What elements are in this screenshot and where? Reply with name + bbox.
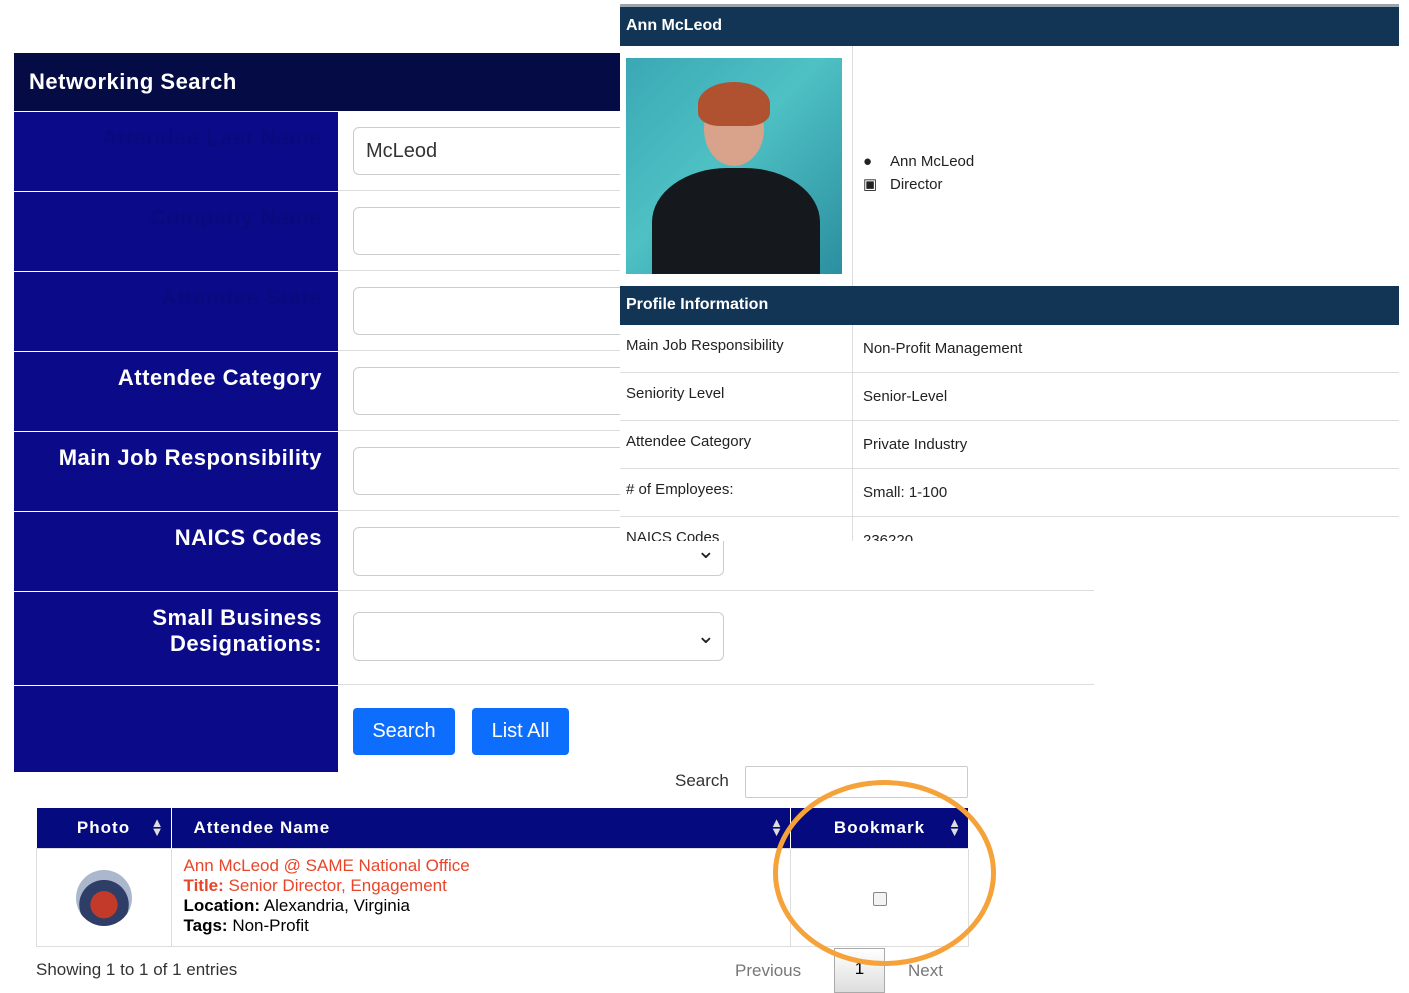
field-label: Attendee Category: [14, 352, 338, 431]
column-header-photo[interactable]: Photo ▲ ▼: [36, 808, 172, 849]
pagination-page-1[interactable]: 1: [834, 948, 885, 993]
title-value: Senior Director, Engagement: [228, 876, 447, 895]
pagination-previous[interactable]: Previous: [735, 961, 801, 981]
table-search-input[interactable]: [745, 766, 968, 798]
profile-section-title: Profile Information: [620, 286, 1399, 325]
profile-panel: Ann McLeod ● Ann McLeod ▣ Director Profile…: [620, 4, 1399, 541]
entries-info: Showing 1 to 1 of 1 entries: [36, 960, 238, 979]
profile-role: Director: [890, 176, 943, 193]
profile-info-row: Seniority Level Senior-Level: [620, 373, 1399, 421]
column-header-bookmark[interactable]: Bookmark ▲ ▼: [790, 808, 969, 849]
column-header-attendee-name[interactable]: Attendee Name ▲ ▼: [171, 808, 791, 849]
field-label-empty: [14, 686, 338, 772]
profile-info-row: Attendee Category Private Industry: [620, 421, 1399, 469]
field-label: NAICS Codes: [14, 512, 338, 591]
avatar[interactable]: [75, 870, 132, 926]
search-button[interactable]: Search: [353, 708, 455, 755]
results-table: Photo ▲ ▼ Attendee Name ▲ ▼ Bookmark ▲ ▼ An…: [36, 808, 969, 947]
sort-icon: ▲ ▼: [770, 815, 784, 839]
profile-info-key: Main Job Responsibility: [626, 337, 784, 354]
profile-info-value: Small: 1-100: [863, 484, 948, 501]
profile-info-value: 236220: [863, 532, 914, 541]
profile-info-key: NAICS Codes: [626, 529, 720, 541]
title-label: Title:: [183, 876, 224, 895]
location-label: Location:: [183, 896, 261, 915]
attendee-name-link[interactable]: Ann McLeod @ SAME National Office: [184, 856, 791, 876]
small-business-select[interactable]: ⌄: [353, 612, 724, 661]
table-row: Ann McLeod @ SAME National Office Title:…: [36, 848, 969, 947]
sort-icon: ▲ ▼: [948, 815, 962, 839]
attendee-cell: Ann McLeod @ SAME National Office Title:…: [170, 848, 791, 947]
chevron-down-icon: ⌄: [696, 538, 715, 563]
form-row-small-business: Small Business Designations: ⌄: [14, 591, 1094, 685]
field-label: Main Job Responsibility: [14, 432, 338, 511]
user-circle-icon: ●: [863, 153, 873, 170]
list-all-button[interactable]: List All: [472, 708, 569, 755]
column-header-label: Bookmark: [833, 818, 926, 837]
field-label: Attendee State: [14, 272, 338, 351]
profile-info-key: Seniority Level: [626, 385, 725, 402]
profile-info-value: Non-Profit Management: [863, 340, 1023, 357]
profile-header: Ann McLeod: [620, 7, 1399, 46]
chevron-down-icon: ⌄: [696, 623, 715, 648]
photo-cell: [36, 848, 172, 947]
tags-value: Non-Profit: [232, 916, 309, 935]
profile-info-row: # of Employees: Small: 1-100: [620, 469, 1399, 517]
profile-info-key: Attendee Category: [626, 433, 752, 450]
bookmark-checkbox[interactable]: [872, 892, 887, 906]
profile-info-row: Main Job Responsibility Non-Profit Manag…: [620, 325, 1399, 373]
profile-role-line: ▣ Director: [863, 175, 943, 193]
location-value: Alexandria, Virginia: [263, 896, 410, 915]
profile-name-line: ● Ann McLeod: [863, 153, 974, 170]
tags-label: Tags:: [183, 916, 228, 935]
field-label: Company Name: [14, 192, 338, 271]
form-row-buttons: Search List All: [14, 685, 1094, 772]
field-label: Attendee Last Name: [14, 112, 338, 191]
column-header-label: Photo: [76, 818, 131, 837]
profile-name: Ann McLeod: [890, 153, 975, 170]
profile-photo: [626, 58, 842, 274]
column-header-label: Attendee Name: [193, 818, 331, 837]
profile-summary: ● Ann McLeod ▣ Director: [620, 46, 1399, 286]
profile-info-key: # of Employees:: [626, 481, 734, 498]
profile-info-value: Private Industry: [863, 436, 968, 453]
id-badge-icon: ▣: [863, 176, 878, 193]
profile-info-row: NAICS Codes 236220: [620, 517, 1399, 541]
sort-icon: ▲ ▼: [150, 815, 165, 839]
table-search-label: Search: [675, 771, 729, 790]
bookmark-cell: [790, 848, 969, 947]
field-label: Small Business Designations:: [14, 592, 338, 685]
pagination-next[interactable]: Next: [908, 961, 943, 981]
profile-info-value: Senior-Level: [863, 388, 948, 405]
